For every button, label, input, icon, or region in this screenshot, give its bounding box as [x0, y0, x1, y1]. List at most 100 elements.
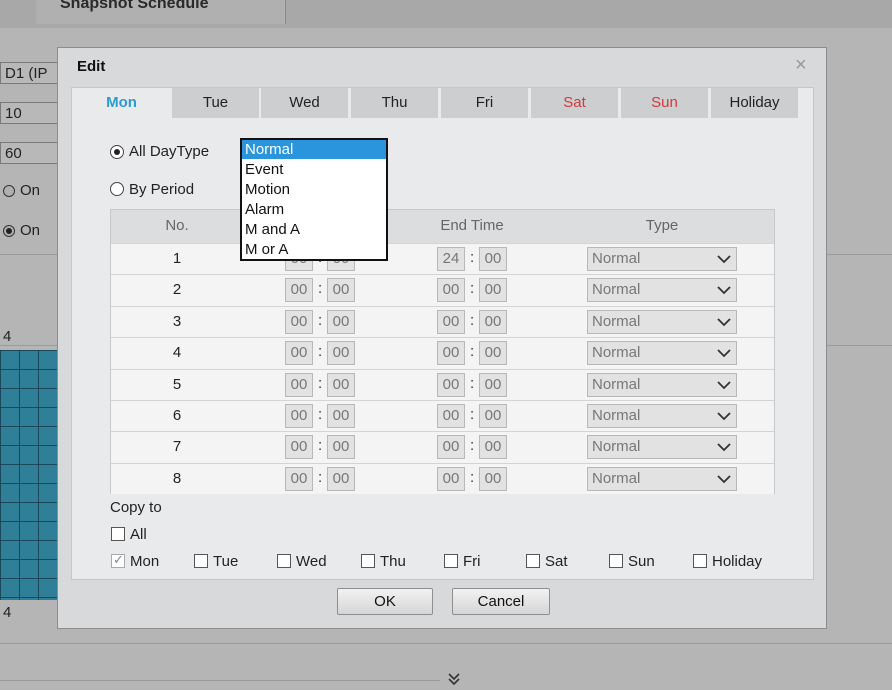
copy-all-label: All [130, 526, 147, 543]
chevron-down-icon [717, 349, 731, 358]
type-select[interactable]: Normal [587, 278, 737, 303]
background-radio-on-1[interactable] [3, 185, 15, 197]
background-grid-label-top: 4 [3, 328, 12, 345]
daytype-option[interactable]: Alarm [242, 200, 386, 219]
tab-fri[interactable]: Fri [441, 88, 528, 118]
column-header-end-time: End Time [440, 217, 504, 234]
background-radio-on-2[interactable] [3, 225, 15, 237]
all-daytype-radio[interactable] [110, 145, 124, 159]
copy-sun-label: Sun [628, 553, 655, 570]
copy-wed-checkbox[interactable] [277, 554, 291, 568]
copy-mon-label: Mon [130, 553, 160, 570]
copy-all-checkbox[interactable] [111, 527, 125, 541]
start-minute-input[interactable]: 00 [327, 404, 355, 428]
end-minute-input[interactable]: 00 [479, 466, 507, 491]
start-hour-input[interactable]: 00 [285, 278, 313, 303]
type-select[interactable]: Normal [587, 247, 737, 271]
type-select[interactable]: Normal [587, 372, 737, 397]
start-hour-input[interactable]: 00 [285, 341, 313, 366]
start-hour-input[interactable]: 00 [285, 404, 313, 428]
start-hour-input[interactable]: 00 [285, 435, 313, 460]
dialog-content-panel: Mon Tue Wed Thu Fri Sat Sun Holiday All … [71, 87, 814, 580]
time-separator: : [470, 406, 475, 423]
by-period-label: By Period [129, 181, 195, 198]
cancel-button[interactable]: Cancel [452, 588, 550, 615]
table-row: 2 00:00 00:00 Normal [111, 274, 774, 306]
background-field-value[interactable]: 60 [0, 142, 60, 164]
end-hour-input[interactable]: 00 [437, 278, 465, 303]
end-minute-input[interactable]: 00 [479, 278, 507, 303]
tab-tue[interactable]: Tue [172, 88, 259, 118]
tab-thu[interactable]: Thu [351, 88, 438, 118]
end-hour-input[interactable]: 00 [437, 404, 465, 428]
start-minute-input[interactable]: 00 [327, 278, 355, 303]
row-number: 6 [172, 407, 182, 424]
start-hour-input[interactable]: 00 [285, 466, 313, 491]
end-minute-input[interactable]: 00 [479, 372, 507, 397]
end-hour-input[interactable]: 00 [437, 309, 465, 334]
time-separator: : [470, 343, 475, 361]
type-select[interactable]: Normal [587, 466, 737, 491]
tab-wed[interactable]: Wed [261, 88, 348, 118]
start-minute-input[interactable]: 00 [327, 309, 355, 334]
table-row: 100:0024:00Normal [111, 243, 774, 274]
row-number: 5 [172, 375, 182, 393]
row-number: 8 [172, 469, 182, 487]
end-hour-input[interactable]: 00 [437, 435, 465, 460]
close-icon[interactable]: × [795, 54, 807, 77]
background-field-channel[interactable]: D1 (IP C [0, 62, 60, 84]
by-period-radio[interactable] [110, 182, 124, 196]
start-minute-input[interactable]: 00 [327, 435, 355, 460]
table-row: 7 00:00 00:00 Normal [111, 431, 774, 463]
end-hour-input[interactable]: 00 [437, 341, 465, 366]
background-field-interval[interactable]: 10 [0, 102, 60, 124]
copy-thu-label: Thu [380, 553, 406, 570]
start-hour-input[interactable]: 00 [285, 309, 313, 334]
tab-sun[interactable]: Sun [621, 88, 708, 118]
type-select[interactable]: Normal [587, 341, 737, 366]
copy-holiday-checkbox[interactable] [693, 554, 707, 568]
double-chevron-down-icon[interactable] [447, 672, 461, 690]
type-select[interactable]: Normal [587, 404, 737, 428]
row-number: 4 [172, 344, 182, 362]
end-minute-input[interactable]: 00 [479, 341, 507, 366]
edit-dialog: Edit × Mon Tue Wed Thu Fri Sat Sun Holid… [57, 47, 827, 629]
tab-sat[interactable]: Sat [531, 88, 618, 118]
tab-mon[interactable]: Mon [72, 88, 171, 118]
daytype-option[interactable]: Motion [242, 180, 386, 199]
type-select[interactable]: Normal [587, 435, 737, 460]
type-select-value: Normal [592, 469, 641, 487]
type-select[interactable]: Normal [587, 309, 737, 334]
daytype-option[interactable]: M or A [242, 240, 386, 259]
copy-sun-checkbox[interactable] [609, 554, 623, 568]
start-minute-input[interactable]: 00 [327, 341, 355, 366]
end-hour-input[interactable]: 00 [437, 466, 465, 491]
copy-tue-checkbox[interactable] [194, 554, 208, 568]
end-hour-input[interactable]: 00 [437, 372, 465, 397]
page-tab-snapshot-schedule[interactable]: Snapshot Schedule [36, 0, 286, 24]
end-minute-input[interactable]: 00 [479, 309, 507, 334]
copy-sat-checkbox[interactable] [526, 554, 540, 568]
daytype-option[interactable]: Event [242, 160, 386, 179]
daytype-option[interactable]: M and A [242, 220, 386, 239]
ok-button[interactable]: OK [337, 588, 433, 615]
end-minute-input[interactable]: 00 [479, 435, 507, 460]
row-number: 1 [172, 250, 182, 267]
copy-thu-checkbox[interactable] [361, 554, 375, 568]
start-hour-input[interactable]: 00 [285, 372, 313, 397]
daytype-option[interactable]: Normal [242, 140, 386, 159]
start-minute-input[interactable]: 00 [327, 466, 355, 491]
copy-fri-checkbox[interactable] [444, 554, 458, 568]
chevron-down-icon [717, 255, 731, 264]
start-minute-input[interactable]: 00 [327, 372, 355, 397]
end-minute-input[interactable]: 00 [479, 404, 507, 428]
type-select-value: Normal [592, 281, 641, 299]
time-separator: : [470, 311, 475, 329]
end-hour-input[interactable]: 24 [437, 247, 465, 271]
copy-mon-checkbox[interactable] [111, 552, 125, 568]
tab-holiday[interactable]: Holiday [711, 88, 798, 118]
end-minute-input[interactable]: 00 [479, 247, 507, 271]
row-number: 2 [172, 281, 182, 299]
daytype-dropdown-list[interactable]: Normal Event Motion Alarm M and AM or A [240, 138, 388, 261]
schedule-grid[interactable] [0, 350, 58, 600]
